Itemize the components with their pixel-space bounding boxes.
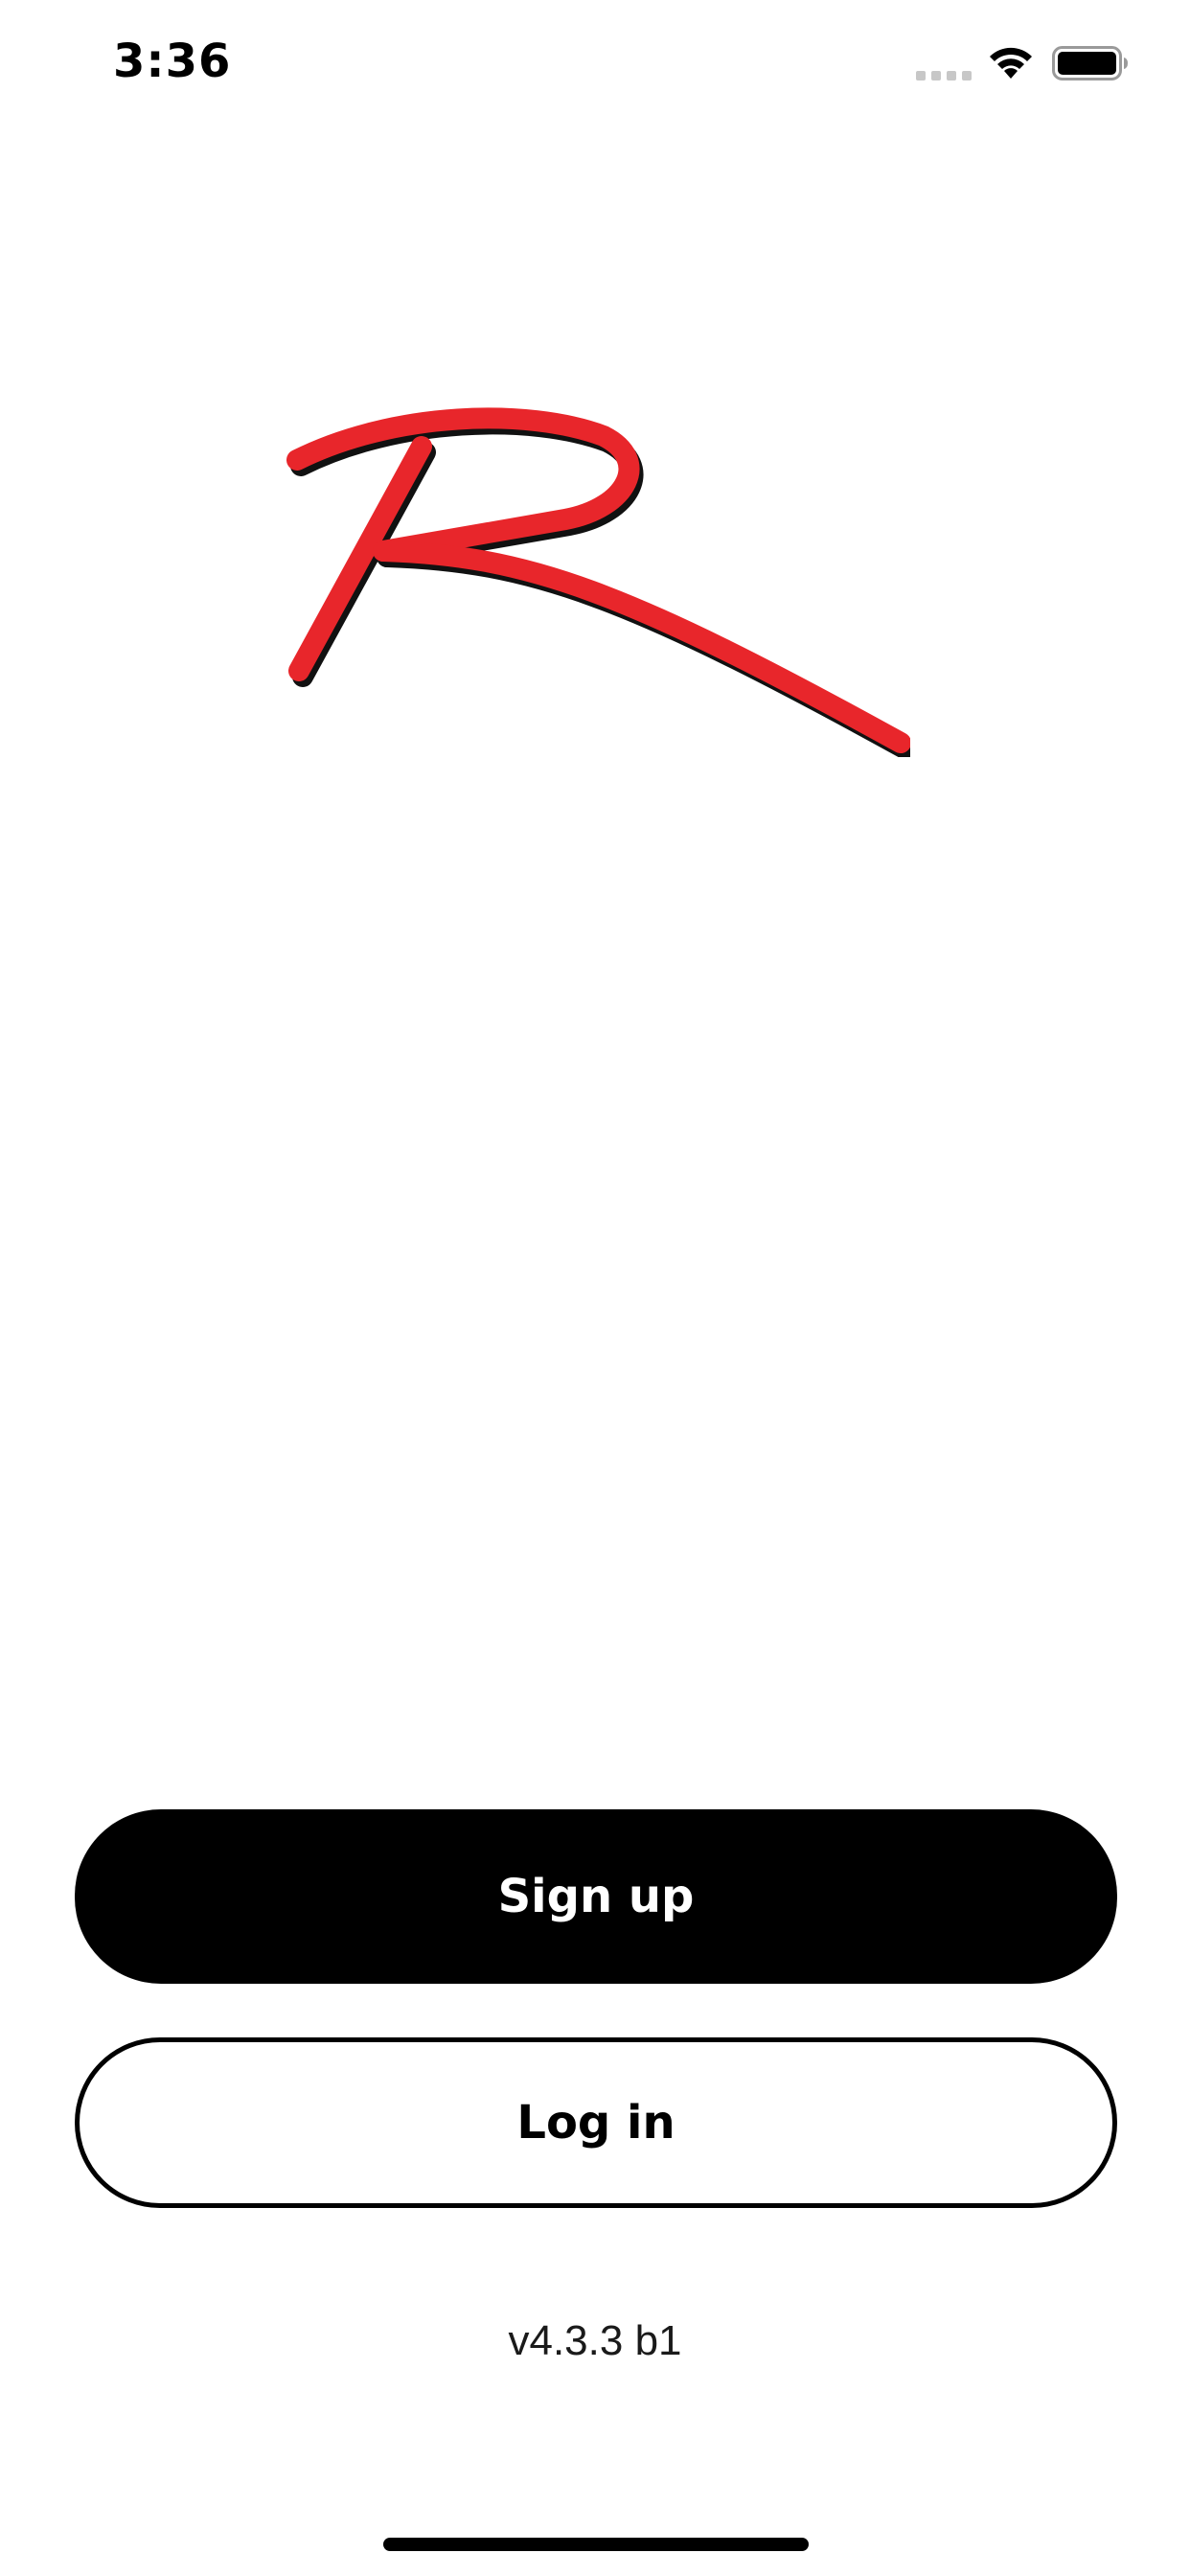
cellular-signal-icon <box>916 71 972 80</box>
wifi-icon <box>990 47 1032 79</box>
app-version-label: v4.3.3 b1 <box>508 2317 682 2364</box>
sign-up-button[interactable]: Sign up <box>75 1809 1117 1984</box>
status-bar: 3:36 <box>0 0 1190 134</box>
battery-icon <box>1052 46 1128 80</box>
status-time: 3:36 <box>113 34 232 88</box>
log-in-button[interactable]: Log in <box>75 2037 1117 2208</box>
home-indicator <box>383 2538 809 2551</box>
brand-r-logo <box>286 407 910 757</box>
